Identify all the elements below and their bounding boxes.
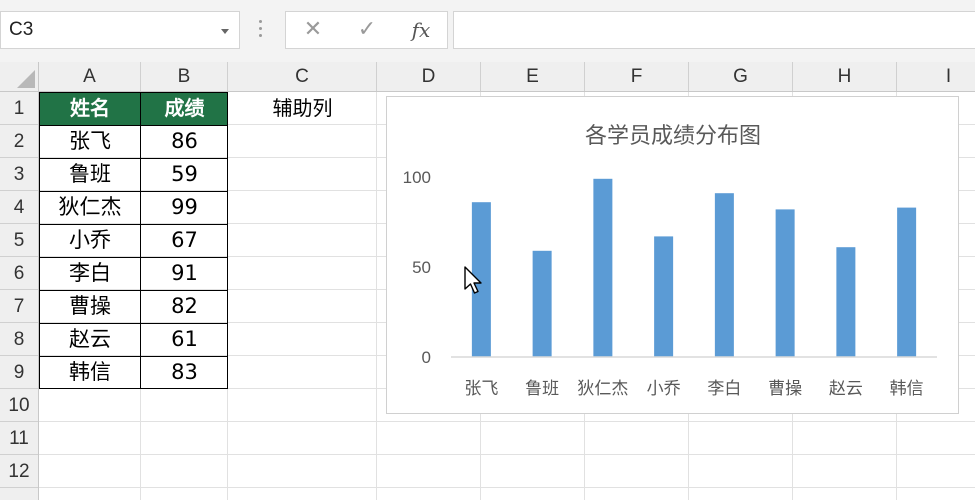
column-header-c[interactable]: C — [228, 62, 377, 91]
name-cell[interactable]: 赵云 — [39, 323, 141, 356]
chart-canvas: 各学员成绩分布图 0 50 100 张飞 鲁班 狄仁杰 小乔 李白 曹操 赵云 韩信 — [403, 124, 937, 399]
column-header-e[interactable]: E — [481, 62, 585, 91]
score-cell[interactable]: 91 — [141, 257, 228, 290]
table-divider — [39, 257, 228, 258]
column-header-h[interactable]: H — [793, 62, 897, 91]
name-cell[interactable]: 狄仁杰 — [39, 191, 141, 224]
name-cell[interactable]: 韩信 — [39, 356, 141, 389]
name-cell[interactable]: 小乔 — [39, 224, 141, 257]
bar-3 — [593, 178, 613, 357]
bar-4 — [654, 236, 674, 357]
name-box[interactable]: C3 — [0, 11, 240, 49]
table-divider — [39, 158, 228, 159]
row-header-11[interactable]: 11 — [0, 422, 38, 455]
insert-function-icon[interactable]: fx — [406, 16, 436, 44]
y-tick-label: 50 — [412, 258, 431, 277]
aux-column-header[interactable]: 辅助列 — [228, 92, 377, 125]
name-cell[interactable]: 曹操 — [39, 290, 141, 323]
more-vertical-icon[interactable] — [259, 20, 263, 40]
x-tick-label: 张飞 — [464, 379, 498, 399]
column-header-bar: A B C D E F G H I — [0, 62, 975, 92]
y-tick-label: 0 — [422, 348, 431, 367]
grid-line — [376, 92, 377, 500]
bar-5 — [714, 193, 734, 357]
name-cell[interactable]: 鲁班 — [39, 158, 141, 191]
table-divider — [39, 224, 228, 225]
table-divider — [140, 92, 141, 389]
row-header-2[interactable]: 2 — [0, 125, 38, 158]
x-tick-label: 曹操 — [768, 379, 802, 399]
x-tick-label: 韩信 — [890, 379, 924, 399]
x-tick-label: 赵云 — [829, 379, 863, 399]
column-header-a[interactable]: A — [39, 62, 141, 91]
row-header-7[interactable]: 7 — [0, 290, 38, 323]
row-header-3[interactable]: 3 — [0, 158, 38, 191]
column-header-g[interactable]: G — [689, 62, 793, 91]
chevron-down-icon[interactable] — [221, 29, 229, 34]
select-all-button[interactable] — [0, 62, 39, 91]
name-cell[interactable]: 张飞 — [39, 125, 141, 158]
grid-line — [39, 421, 975, 422]
formula-bar: C3 ✕ ✓ fx — [0, 0, 975, 62]
column-header-f[interactable]: F — [585, 62, 689, 91]
row-header-8[interactable]: 8 — [0, 323, 38, 356]
row-header-6[interactable]: 6 — [0, 257, 38, 290]
x-tick-label: 小乔 — [647, 379, 681, 399]
table-divider — [39, 323, 228, 324]
bar-8 — [897, 207, 917, 357]
score-cell[interactable]: 82 — [141, 290, 228, 323]
column-header-i[interactable]: I — [897, 62, 975, 91]
score-cell[interactable]: 99 — [141, 191, 228, 224]
name-box-value: C3 — [9, 19, 34, 40]
cancel-icon[interactable]: ✕ — [298, 16, 328, 44]
x-tick-label: 李白 — [707, 379, 741, 399]
row-header-1[interactable]: 1 — [0, 92, 38, 125]
row-header-12[interactable]: 12 — [0, 455, 38, 488]
row-header-9[interactable]: 9 — [0, 356, 38, 389]
chart-title: 各学员成绩分布图 — [585, 124, 761, 149]
score-cell[interactable]: 86 — [141, 125, 228, 158]
column-header-b[interactable]: B — [141, 62, 228, 91]
score-cell[interactable]: 59 — [141, 158, 228, 191]
score-cell[interactable]: 83 — [141, 356, 228, 389]
bar-chart[interactable]: 各学员成绩分布图 0 50 100 张飞 鲁班 狄仁杰 小乔 李白 曹操 赵云 韩信 — [386, 96, 959, 414]
table-divider — [39, 290, 228, 291]
grid-line — [39, 454, 975, 455]
x-tick-label: 鲁班 — [525, 379, 559, 399]
bar-7 — [836, 247, 856, 357]
column-header-d[interactable]: D — [377, 62, 481, 91]
header-cell-score[interactable]: 成绩 — [141, 92, 228, 125]
mouse-pointer-icon — [464, 266, 482, 294]
row-header-10[interactable]: 10 — [0, 389, 38, 422]
y-tick-label: 100 — [403, 168, 431, 187]
header-cell-name[interactable]: 姓名 — [39, 92, 141, 125]
row-header-bar: 1 2 3 4 5 6 7 8 9 10 11 12 — [0, 92, 39, 500]
grid-line — [39, 487, 975, 488]
table-divider — [39, 191, 228, 192]
x-tick-label: 狄仁杰 — [577, 379, 628, 399]
formula-input[interactable] — [453, 11, 975, 49]
formula-buttons: ✕ ✓ fx — [285, 11, 448, 49]
check-icon[interactable]: ✓ — [352, 16, 382, 44]
table-divider — [39, 356, 228, 357]
table-divider — [39, 125, 228, 126]
row-header-5[interactable]: 5 — [0, 224, 38, 257]
name-cell[interactable]: 李白 — [39, 257, 141, 290]
score-cell[interactable]: 61 — [141, 323, 228, 356]
bar-6 — [775, 209, 795, 357]
bar-2 — [532, 250, 552, 357]
row-header-4[interactable]: 4 — [0, 191, 38, 224]
select-all-triangle-icon — [17, 70, 35, 88]
score-cell[interactable]: 67 — [141, 224, 228, 257]
